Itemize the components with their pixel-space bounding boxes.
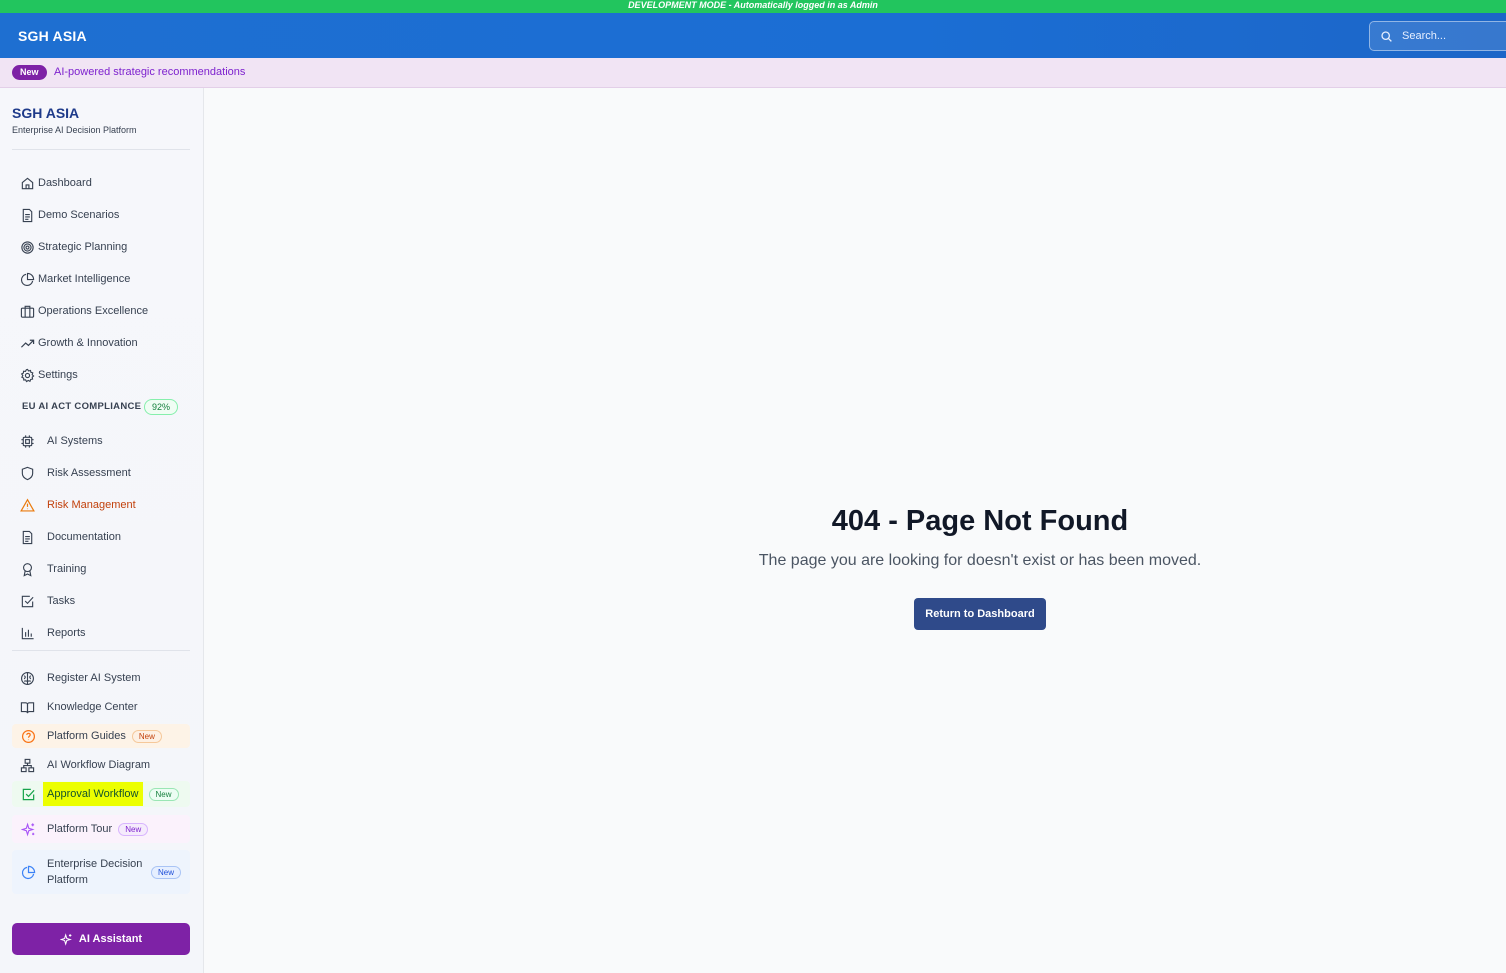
brain-icon [21, 671, 34, 685]
sidebar-item-demo-scenarios[interactable]: Demo Scenarios [20, 204, 119, 226]
search-input[interactable] [1402, 28, 1502, 44]
new-badge: New [151, 865, 182, 879]
search-box[interactable] [1369, 21, 1506, 51]
sidebar-title: SGH ASIA [12, 105, 80, 121]
sidebar-item-approval-workflow[interactable]: Approval Workflow New [12, 781, 190, 807]
sidebar-divider [12, 650, 190, 651]
sidebar-item-ai-systems[interactable]: AI Systems [20, 430, 103, 452]
check-square-icon [22, 788, 35, 800]
sidebar-item-strategic-planning[interactable]: Strategic Planning [20, 236, 127, 258]
sidebar-item-settings[interactable]: Settings [20, 364, 78, 386]
sidebar: SGH ASIA Enterprise AI Decision Platform… [0, 88, 204, 973]
main-content: 404 - Page Not Found The page you are lo… [204, 88, 1506, 973]
sidebar-item-label: Training [47, 563, 87, 575]
announcement-text[interactable]: AI-powered strategic recommendations [54, 66, 245, 78]
sidebar-item-label: AI Workflow Diagram [47, 759, 151, 771]
sidebar-item-tasks[interactable]: Tasks [20, 590, 75, 612]
new-badge: New [131, 729, 162, 743]
sidebar-item-label: AI Systems [47, 435, 103, 447]
file-text-icon [22, 530, 33, 544]
cpu-icon [21, 434, 34, 448]
sidebar-item-dashboard[interactable]: Dashboard [20, 172, 92, 194]
sidebar-item-register-ai-system[interactable]: Register AI System [20, 667, 141, 689]
trending-up-icon [20, 339, 35, 348]
gear-icon [20, 368, 35, 382]
sidebar-item-label: Knowledge Center [47, 701, 138, 713]
compliance-score-badge: 92% [144, 399, 179, 415]
workflow-icon [20, 758, 35, 772]
sidebar-item-label: Dashboard [38, 177, 92, 189]
sidebar-item-label: Settings [38, 369, 78, 381]
return-to-dashboard-button[interactable]: Return to Dashboard [914, 598, 1046, 630]
bar-chart-icon [21, 627, 34, 639]
new-badge: New [12, 65, 47, 80]
top-header: SGH ASIA [0, 13, 1506, 58]
award-icon [23, 562, 32, 577]
sparkles-icon [21, 821, 35, 837]
sidebar-item-label: Risk Management [47, 499, 136, 511]
sidebar-item-operations-excellence[interactable]: Operations Excellence [20, 300, 148, 322]
sidebar-subtitle: Enterprise AI Decision Platform [12, 125, 137, 135]
ai-assistant-label: AI Assistant [78, 933, 143, 945]
sidebar-item-risk-assessment[interactable]: Risk Assessment [20, 462, 131, 484]
sidebar-item-platform-guides[interactable]: Platform Guides New [12, 724, 190, 748]
sidebar-item-label: Demo Scenarios [38, 209, 120, 221]
new-badge: New [118, 822, 149, 836]
help-circle-icon [21, 729, 36, 743]
sidebar-item-label: Tasks [47, 595, 76, 607]
warning-icon [20, 497, 35, 512]
sidebar-item-label: Risk Assessment [47, 467, 131, 479]
error-title: 404 - Page Not Found [831, 505, 1129, 537]
sidebar-item-label: Operations Excellence [38, 305, 149, 317]
sidebar-item-label: Enterprise Decision Platform [47, 858, 143, 886]
document-icon [22, 208, 33, 222]
sidebar-item-label: Platform Tour [47, 823, 113, 835]
sidebar-item-enterprise-decision-platform[interactable]: Enterprise Decision Platform New [12, 850, 190, 894]
pie-chart-icon [20, 272, 35, 286]
announcement-bar: New AI-powered strategic recommendations [0, 58, 1506, 88]
sidebar-item-training[interactable]: Training [20, 558, 86, 580]
sidebar-divider [12, 149, 190, 150]
sidebar-item-platform-tour[interactable]: Platform Tour New [12, 815, 190, 843]
error-message: The page you are looking for doesn't exi… [758, 552, 1202, 569]
brand-logo[interactable]: SGH ASIA [18, 28, 87, 44]
pie-chart-icon [21, 865, 36, 879]
sidebar-item-reports[interactable]: Reports [20, 622, 86, 644]
dev-mode-banner: DEVELOPMENT MODE - Automatically logged … [0, 0, 1506, 13]
briefcase-icon [20, 305, 35, 318]
sidebar-item-label: Market Intelligence [38, 273, 131, 285]
new-badge: New [148, 787, 179, 801]
sidebar-item-label: Reports [47, 627, 86, 639]
sidebar-item-growth-innovation[interactable]: Growth & Innovation [20, 332, 138, 354]
sidebar-item-label: Documentation [47, 531, 121, 543]
sidebar-item-label: Platform Guides [47, 730, 126, 742]
sidebar-item-risk-management[interactable]: Risk Management [20, 494, 136, 516]
search-icon [1381, 31, 1392, 42]
sidebar-item-label: Growth & Innovation [38, 337, 138, 349]
sidebar-item-documentation[interactable]: Documentation [20, 526, 121, 548]
check-square-icon [21, 595, 34, 607]
home-icon [21, 177, 34, 189]
sidebar-item-ai-workflow-diagram[interactable]: AI Workflow Diagram [20, 754, 150, 776]
sidebar-item-label: Approval Workflow [43, 782, 143, 806]
sidebar-item-label: Strategic Planning [38, 241, 128, 253]
sidebar-item-label: Register AI System [47, 672, 141, 684]
ai-assistant-button[interactable]: AI Assistant [12, 923, 190, 955]
book-open-icon [20, 701, 35, 713]
shield-icon [21, 466, 34, 480]
target-icon [21, 240, 34, 254]
compliance-section-label: EU AI ACT COMPLIANCE [22, 401, 142, 412]
sparkles-icon [59, 932, 72, 946]
sidebar-item-market-intelligence[interactable]: Market Intelligence [20, 268, 130, 290]
sidebar-item-knowledge-center[interactable]: Knowledge Center [20, 696, 138, 718]
